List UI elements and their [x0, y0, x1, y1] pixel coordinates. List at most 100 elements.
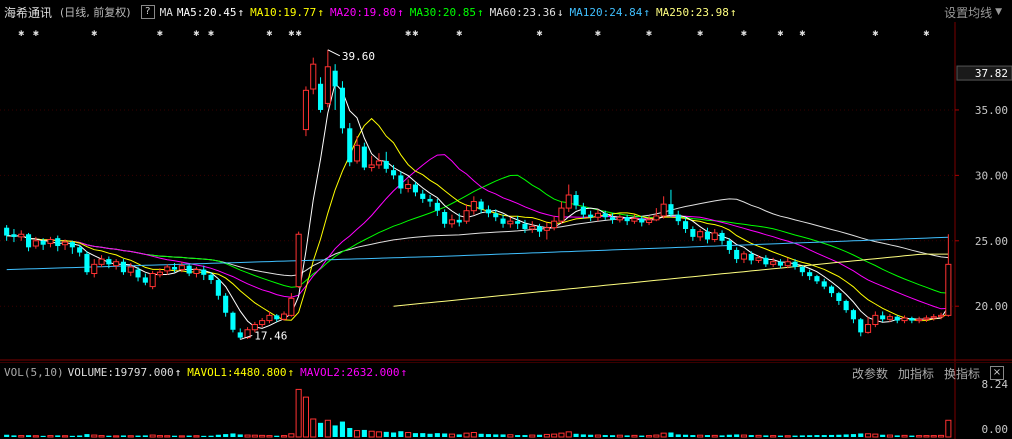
volume-bar	[784, 435, 791, 438]
candle-body	[588, 214, 594, 218]
event-marker-icon: ✱	[923, 28, 929, 39]
candle	[529, 221, 536, 233]
candle-body	[814, 276, 820, 282]
candle	[594, 209, 602, 222]
volume-bar	[412, 433, 419, 437]
candle-body	[324, 66, 331, 104]
candle-body	[690, 229, 696, 237]
candle	[507, 217, 514, 228]
candle	[456, 213, 462, 227]
close-icon[interactable]: ×	[990, 366, 1004, 380]
event-marker-icon: ✱	[288, 28, 294, 39]
volume-bar	[347, 427, 353, 437]
event-marker-icon: ✱	[405, 28, 411, 39]
volume-bar	[624, 435, 630, 437]
volume-bar	[821, 435, 827, 437]
volume-bar	[420, 433, 426, 437]
volume-bar	[361, 429, 367, 437]
candle-body	[894, 316, 900, 321]
candle-body	[551, 220, 558, 229]
volume-menu: 改参数 加指标 换指标 ×	[852, 363, 1004, 383]
volume-bar	[836, 434, 842, 437]
candle-body	[106, 259, 112, 265]
candle-body	[930, 316, 937, 319]
candle-body	[901, 317, 908, 322]
candle	[850, 308, 857, 324]
candle	[799, 265, 805, 277]
candle	[259, 317, 266, 328]
candle	[616, 214, 623, 223]
candle-body	[142, 277, 148, 283]
candle	[84, 251, 90, 275]
volume-bar	[77, 435, 83, 437]
candle	[478, 198, 484, 214]
candle-body	[178, 265, 185, 271]
event-markers: ✱ ✱ ✱ ✱ ✱ ✱ ✱ ✱ ✱ ✱ ✱ ✱ ✱ ✱ ✱ ✱ ✱ ✱ ✱ ✱ ✱	[18, 28, 929, 39]
candle-body	[645, 219, 653, 223]
candle	[690, 226, 696, 241]
candle	[624, 214, 630, 226]
event-marker-icon: ✱	[157, 28, 163, 39]
volume-bar	[266, 435, 273, 438]
candle-body	[886, 316, 894, 320]
volume-bar	[135, 435, 141, 437]
volume-bar	[770, 435, 777, 438]
candle-body	[317, 83, 324, 110]
add-indicator-button[interactable]: 加指标	[898, 365, 934, 382]
volume-bar	[828, 434, 835, 437]
volume-bar	[302, 396, 310, 438]
candle-body	[280, 313, 288, 320]
candle	[149, 270, 156, 290]
ma60-line	[6, 198, 949, 277]
volume-bar	[193, 435, 200, 438]
volume-bar	[937, 434, 945, 438]
candle-body	[237, 332, 243, 338]
candle-body	[858, 319, 864, 333]
volume-bar	[368, 430, 375, 438]
volume-bar	[310, 418, 317, 438]
volume-bar	[573, 433, 579, 437]
candle-body	[763, 257, 769, 265]
candle-body	[442, 212, 448, 224]
change-params-button[interactable]: 改参数	[852, 365, 888, 382]
candle-body	[223, 295, 229, 313]
candle-body	[821, 281, 827, 287]
switch-indicator-button[interactable]: 换指标	[944, 365, 980, 382]
volume-bar	[594, 434, 602, 438]
volume-bar	[40, 435, 46, 437]
volume-bar	[4, 434, 10, 437]
volume-bar	[660, 432, 667, 438]
event-marker-icon: ✱	[296, 28, 302, 39]
candle-body	[807, 272, 813, 277]
candle-body	[668, 204, 674, 215]
event-marker-icon: ✱	[777, 28, 783, 39]
candle-body	[398, 175, 404, 189]
candle	[98, 255, 105, 267]
event-marker-icon: ✱	[193, 28, 199, 39]
candle-body	[332, 70, 338, 87]
candle-body	[923, 317, 930, 320]
candle-body	[631, 218, 638, 222]
candle	[463, 204, 470, 224]
vol-label: VOL(5,10)	[4, 366, 64, 379]
volume-bar	[295, 388, 302, 438]
volume-bar	[244, 434, 251, 438]
candle-body	[84, 253, 90, 273]
volume-bar	[18, 435, 25, 438]
volume-bar	[230, 433, 236, 437]
volume-bar	[448, 433, 456, 438]
candle-body	[880, 315, 886, 320]
candle	[909, 316, 915, 324]
candle-body	[412, 184, 419, 193]
volume-bar	[675, 434, 681, 437]
candle	[500, 214, 506, 228]
volume-bar	[711, 434, 718, 438]
candle-body	[573, 195, 579, 206]
volume-bar	[332, 425, 338, 437]
event-marker-icon: ✱	[646, 28, 652, 39]
candle-body	[347, 128, 353, 163]
volume-bar	[886, 434, 894, 438]
volume-bar	[880, 434, 886, 437]
candle	[91, 259, 98, 278]
candle-body	[872, 314, 879, 326]
